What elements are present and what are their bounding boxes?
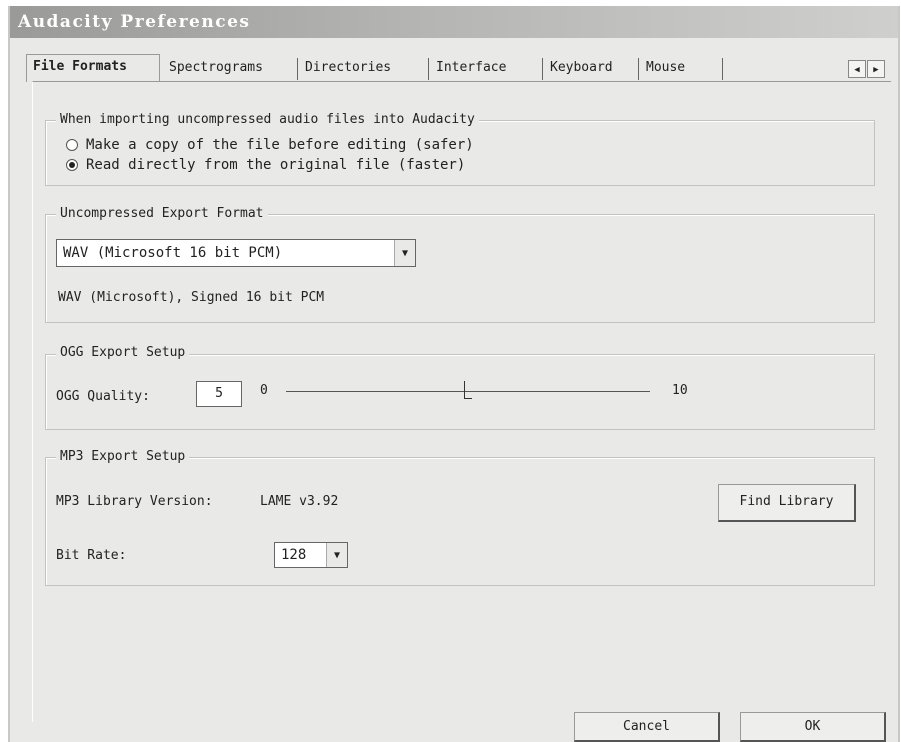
find-library-button[interactable]: Find Library bbox=[718, 484, 856, 522]
tab-keyboard[interactable]: Keyboard bbox=[547, 58, 639, 80]
tab-spectrograms[interactable]: Spectrograms bbox=[166, 58, 298, 80]
bit-rate-select[interactable]: 128 ▼ bbox=[274, 542, 348, 568]
window-title: Audacity Preferences bbox=[18, 12, 251, 32]
mp3-export-legend: MP3 Export Setup bbox=[56, 449, 190, 464]
tab-file-formats[interactable]: File Formats bbox=[26, 54, 160, 82]
radio-unchecked-icon[interactable] bbox=[66, 139, 78, 151]
export-format-description: WAV (Microsoft), Signed 16 bit PCM bbox=[58, 290, 325, 305]
radio-read-directly[interactable]: Read directly from the original file (fa… bbox=[66, 157, 465, 173]
scroll-right-icon[interactable]: ▶ bbox=[867, 60, 885, 78]
chevron-down-icon[interactable]: ▼ bbox=[394, 240, 415, 266]
radio-make-copy[interactable]: Make a copy of the file before editing (… bbox=[66, 137, 474, 153]
import-group-legend: When importing uncompressed audio files … bbox=[56, 112, 479, 127]
tab-directories[interactable]: Directories bbox=[302, 58, 429, 80]
ogg-quality-label: OGG Quality: bbox=[56, 389, 150, 404]
radio-make-copy-label: Make a copy of the file before editing (… bbox=[86, 137, 474, 153]
ogg-export-group: OGG Export Setup OGG Quality: 5 0 10 bbox=[45, 345, 875, 430]
radio-read-directly-label: Read directly from the original file (fa… bbox=[86, 157, 466, 173]
scroll-left-icon[interactable]: ◀ bbox=[848, 60, 866, 78]
export-format-select[interactable]: WAV (Microsoft 16 bit PCM) ▼ bbox=[56, 239, 416, 267]
cancel-button[interactable]: Cancel bbox=[574, 712, 720, 742]
bit-rate-value: 128 bbox=[281, 547, 307, 563]
tab-interface[interactable]: Interface bbox=[433, 58, 543, 80]
mp3-export-group: MP3 Export Setup MP3 Library Version: LA… bbox=[45, 449, 875, 586]
ogg-quality-slider-thumb[interactable] bbox=[464, 381, 472, 399]
import-group: When importing uncompressed audio files … bbox=[45, 112, 875, 186]
export-format-group: Uncompressed Export Format WAV (Microsof… bbox=[45, 206, 875, 323]
chevron-down-icon[interactable]: ▼ bbox=[326, 543, 347, 567]
ok-button[interactable]: OK bbox=[740, 712, 886, 742]
radio-checked-icon[interactable] bbox=[66, 159, 78, 171]
mp3-library-label: MP3 Library Version: bbox=[56, 494, 213, 509]
tab-mouse[interactable]: Mouse bbox=[643, 58, 723, 80]
ogg-quality-max-label: 10 bbox=[672, 383, 688, 398]
export-format-legend: Uncompressed Export Format bbox=[56, 206, 268, 221]
ogg-export-legend: OGG Export Setup bbox=[56, 345, 190, 360]
tab-scroll-buttons: ◀ ▶ bbox=[848, 60, 886, 78]
file-formats-panel: When importing uncompressed audio files … bbox=[32, 81, 891, 722]
export-format-value: WAV (Microsoft 16 bit PCM) bbox=[63, 245, 283, 261]
title-bar[interactable]: Audacity Preferences bbox=[10, 6, 898, 38]
ogg-quality-input[interactable]: 5 bbox=[196, 381, 242, 407]
bit-rate-label: Bit Rate: bbox=[56, 548, 127, 563]
ogg-quality-min-label: 0 bbox=[260, 383, 268, 398]
preferences-window: Audacity Preferences File Formats Spectr… bbox=[8, 6, 900, 742]
mp3-library-version: LAME v3.92 bbox=[260, 494, 339, 509]
